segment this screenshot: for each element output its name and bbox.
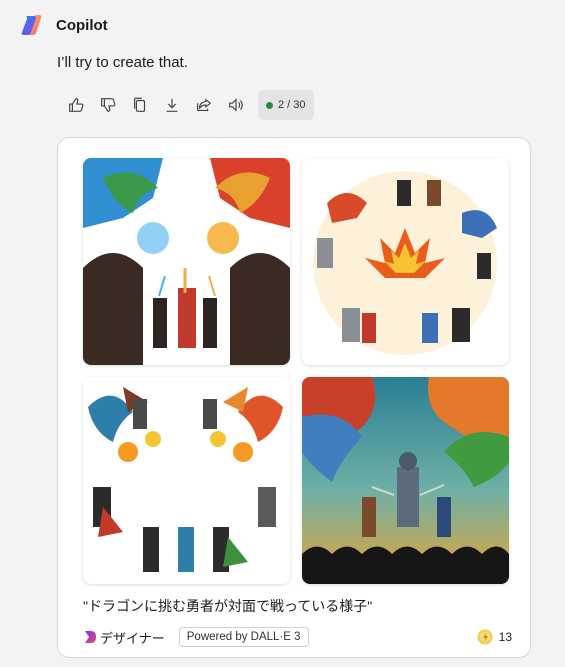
app-header: Copilot: [20, 12, 108, 38]
generated-image-2[interactable]: [302, 158, 509, 365]
powered-by-badge: Powered by DALL·E 3: [178, 627, 309, 647]
designer-link[interactable]: デザイナー: [83, 628, 165, 647]
generated-image-3[interactable]: [83, 377, 290, 584]
status-dot: [266, 101, 273, 109]
copy-icon: [134, 97, 146, 112]
response-counter: 2 / 30: [258, 90, 314, 120]
thumbs-up-button[interactable]: [60, 90, 92, 120]
thumbs-down-button[interactable]: [92, 90, 124, 120]
app-name: Copilot: [56, 16, 108, 34]
download-icon: [166, 98, 178, 112]
speaker-icon: [229, 98, 243, 112]
card-footer: デザイナー Powered by DALL·E 3 13: [83, 625, 512, 649]
generated-image-1-art: [83, 158, 290, 365]
counter-text: 2 / 30: [278, 99, 306, 111]
boost-count: 13: [498, 630, 512, 644]
copilot-logo-icon: [21, 15, 42, 35]
thumbs-up-icon: [69, 98, 84, 112]
boost-coin-icon: [477, 629, 493, 645]
image-result-card: "ドラゴンに挑む勇者が対面で戦っている様子" デザイナー Powered by …: [57, 137, 531, 658]
share-button[interactable]: [188, 90, 220, 120]
generated-image-2-art: [302, 158, 509, 365]
generated-image-3-art: [83, 377, 290, 584]
generated-image-4[interactable]: [302, 377, 509, 584]
image-prompt-caption: "ドラゴンに挑む勇者が対面で戦っている様子": [83, 598, 373, 614]
generated-image-4-art: [302, 377, 509, 584]
read-aloud-button[interactable]: [220, 90, 252, 120]
generated-image-1[interactable]: [83, 158, 290, 365]
image-grid: [83, 158, 509, 584]
designer-icon: [85, 631, 96, 643]
boost-counter: 13: [477, 629, 512, 645]
download-button[interactable]: [156, 90, 188, 120]
copy-button[interactable]: [124, 90, 156, 120]
designer-label: デザイナー: [100, 630, 165, 646]
share-icon: [197, 98, 212, 111]
message-actions: 2 / 30: [60, 90, 314, 120]
assistant-message: I’ll try to create that.: [57, 54, 188, 71]
thumbs-down-icon: [101, 98, 116, 112]
